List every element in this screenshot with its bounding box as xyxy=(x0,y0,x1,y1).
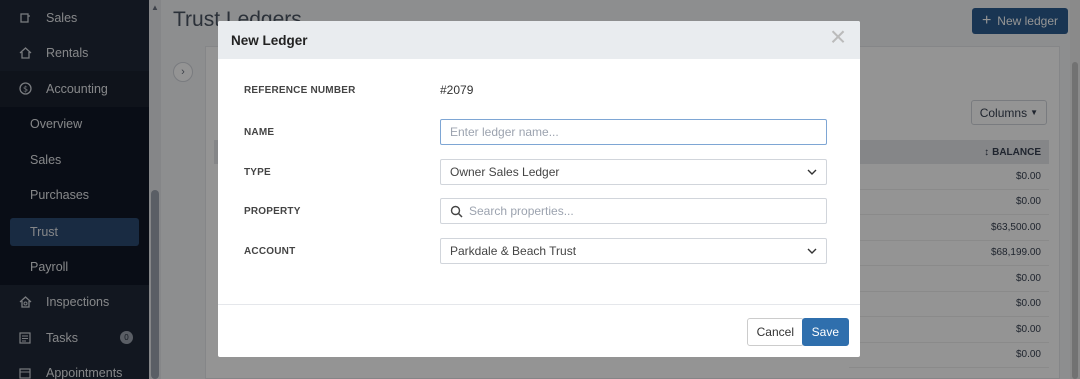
type-selected-value: Owner Sales Ledger xyxy=(450,165,560,179)
account-row: ACCOUNT Parkdale & Beach Trust xyxy=(244,238,828,264)
search-icon xyxy=(450,205,463,218)
new-ledger-modal: New Ledger × REFERENCE NUMBER #2079 NAME… xyxy=(218,21,860,357)
property-label: PROPERTY xyxy=(244,205,301,217)
close-icon[interactable]: × xyxy=(826,23,850,51)
cancel-button[interactable]: Cancel xyxy=(746,318,804,346)
name-label: NAME xyxy=(244,126,275,138)
reference-number-value: #2079 xyxy=(440,83,474,97)
modal-title: New Ledger xyxy=(231,32,308,48)
modal-header: New Ledger xyxy=(218,21,860,59)
account-select[interactable]: Parkdale & Beach Trust xyxy=(440,238,827,264)
reference-row: REFERENCE NUMBER #2079 xyxy=(244,83,828,97)
type-label: TYPE xyxy=(244,166,271,178)
property-row: PROPERTY xyxy=(244,198,828,224)
type-select[interactable]: Owner Sales Ledger xyxy=(440,159,827,185)
type-row: TYPE Owner Sales Ledger xyxy=(244,159,828,185)
ledger-name-input[interactable] xyxy=(450,125,817,139)
save-button[interactable]: Save xyxy=(801,318,849,346)
account-label: ACCOUNT xyxy=(244,245,296,257)
modal-footer: Cancel Save xyxy=(218,304,860,357)
property-search-input[interactable] xyxy=(469,204,817,218)
name-field-wrapper xyxy=(440,119,827,145)
chevron-down-icon xyxy=(807,169,817,175)
property-search-wrapper xyxy=(440,198,827,224)
name-row: NAME xyxy=(244,119,828,145)
account-selected-value: Parkdale & Beach Trust xyxy=(450,244,577,258)
reference-number-label: REFERENCE NUMBER xyxy=(244,84,356,96)
chevron-down-icon xyxy=(807,248,817,254)
